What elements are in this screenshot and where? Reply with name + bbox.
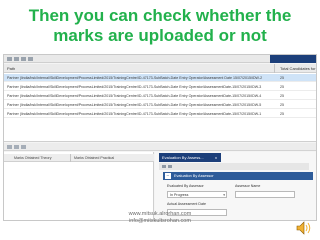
table-row[interactable]: Partner (lindia/bsk/Internal/SkillDevelo… xyxy=(4,110,316,118)
evaluated-by-label: Evaluated By Assessor xyxy=(167,184,204,188)
column-header-path[interactable]: Path xyxy=(7,66,15,71)
status-value: In Progress xyxy=(170,193,189,197)
app-window: Path Total Candidates for Partner (lindi… xyxy=(3,54,317,221)
assessor-name-field[interactable] xyxy=(235,191,295,198)
evaluation-section-header[interactable]: − Evaluation By Assessor xyxy=(163,172,313,180)
results-grid: Path Total Candidates for Partner (lindi… xyxy=(4,64,316,142)
watermark-line-2: info@mitskultsrohan.com xyxy=(129,218,191,224)
panel-toolbar xyxy=(159,163,309,170)
status-dropdown[interactable]: In Progress ▾ xyxy=(167,191,227,198)
row-total: 25 xyxy=(280,103,284,107)
actual-assessment-date-label: Actual Assessment Date xyxy=(167,202,206,206)
toolbar-button[interactable] xyxy=(21,57,26,61)
row-path: Partner (lindia/bsk/Internal/SkillDevelo… xyxy=(7,94,262,98)
watermark-line-1: www.mitsuk.alrorhan.com xyxy=(128,211,192,217)
column-header-marks-practical[interactable]: Marks Obtained Practical xyxy=(74,154,114,162)
column-divider xyxy=(70,154,71,162)
row-total: 25 xyxy=(280,112,284,116)
marks-header: Marks Obtained Theory Marks Obtained Pra… xyxy=(4,154,154,162)
toolbar-button[interactable] xyxy=(7,57,12,61)
evaluation-tab[interactable]: Evaluation By Assess... xyxy=(159,153,221,162)
row-path: Partner (lindia/bsk/Internal/SkillDevelo… xyxy=(7,85,262,89)
toolbar-button[interactable] xyxy=(168,165,172,168)
toolbar-button[interactable] xyxy=(14,145,19,149)
row-total: 25 xyxy=(280,94,284,98)
assessor-name-label: Assessor Name xyxy=(235,184,261,188)
row-path: Partner (lindia/bsk/Internal/SkillDevelo… xyxy=(7,76,263,80)
row-total: 25 xyxy=(280,76,284,80)
chevron-down-icon: ▾ xyxy=(223,193,225,197)
close-icon[interactable]: x xyxy=(215,153,217,162)
toolbar-button[interactable] xyxy=(14,57,19,61)
column-header-total-candidates[interactable]: Total Candidates for xyxy=(280,66,316,71)
speaker-icon[interactable] xyxy=(296,221,312,235)
slide-title: Then you can check whether the marks are… xyxy=(0,6,320,46)
row-total: 25 xyxy=(280,85,284,89)
table-row[interactable]: Partner (lindia/bsk/Internal/SkillDevelo… xyxy=(4,92,316,100)
row-path: Partner (lindia/bsk/Internal/SkillDevelo… xyxy=(7,103,262,107)
table-row[interactable]: Partner (lindia/bsk/Internal/SkillDevelo… xyxy=(4,83,316,91)
table-row[interactable]: Partner (lindia/bsk/Internal/SkillDevelo… xyxy=(4,74,316,82)
toolbar-button[interactable] xyxy=(28,57,33,61)
lower-toolbar xyxy=(4,143,316,151)
evaluation-section-label: Evaluation By Assessor xyxy=(174,174,214,178)
column-header-marks-theory[interactable]: Marks Obtained Theory xyxy=(14,154,52,162)
toolbar-button[interactable] xyxy=(7,145,12,149)
row-path: Partner (lindia/bsk/Internal/SkillDevelo… xyxy=(7,112,262,116)
collapse-icon[interactable]: − xyxy=(165,173,171,179)
slide-title-line-1: Then you can check whether the xyxy=(28,6,292,25)
top-toolbar xyxy=(4,55,316,63)
slide-title-line-2: marks are uploaded or not xyxy=(53,26,267,45)
toolbar-accent-block xyxy=(270,55,316,63)
grid-header: Path Total Candidates for xyxy=(4,64,316,73)
table-row[interactable]: Partner (lindia/bsk/Internal/SkillDevelo… xyxy=(4,101,316,109)
toolbar-button[interactable] xyxy=(21,145,26,149)
toolbar-button[interactable] xyxy=(162,165,166,168)
column-divider xyxy=(274,64,275,73)
